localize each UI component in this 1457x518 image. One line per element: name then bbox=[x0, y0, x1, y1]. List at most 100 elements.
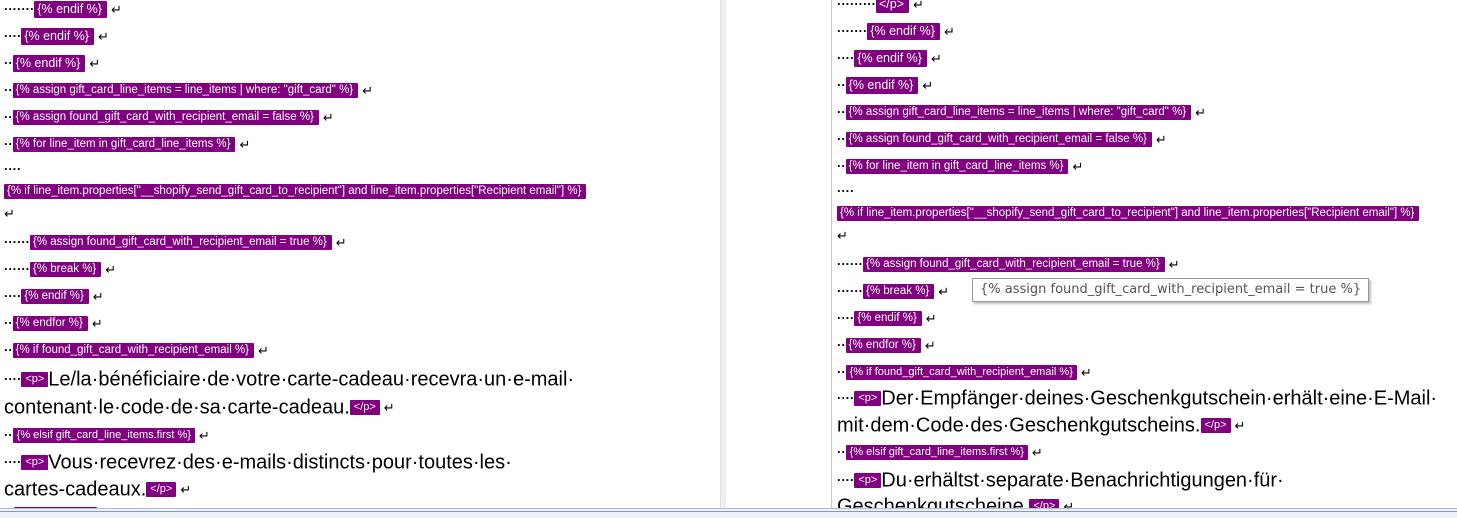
liquid-tag[interactable]: {% endfor %} bbox=[845, 338, 921, 354]
source-segment-pane[interactable]: ······· {% endif %} ↵ ···· {% endif %} ↵ ··{… bbox=[0, 0, 720, 508]
source-line[interactable]: cartes-cadeaux. </p> ↵ bbox=[4, 475, 191, 503]
source-line[interactable]: ·· {% assign gift_card_line_items = line_… bbox=[4, 79, 373, 101]
p-close-tag[interactable]: </p> bbox=[875, 0, 909, 14]
liquid-tag[interactable]: {% assign found_gift_card_with_recipient… bbox=[29, 235, 332, 251]
liquid-tag[interactable]: {% endif %} bbox=[21, 289, 89, 305]
return-icon: ↵ bbox=[1155, 131, 1167, 147]
liquid-tag[interactable]: {% if line_item.properties["__shopify_se… bbox=[837, 206, 1420, 222]
source-line[interactable]: {% if line_item.properties["__shopify_se… bbox=[4, 180, 587, 202]
source-line[interactable]: ·· {% endfor %} ↵ bbox=[4, 312, 103, 334]
p-open-tag[interactable]: <p> bbox=[21, 372, 49, 388]
source-line[interactable]: ···· <p> Vous·recevrez·des·e-mails·distinc… bbox=[4, 448, 512, 476]
source-line[interactable]: ······ {% break %} ↵ bbox=[4, 258, 116, 280]
liquid-tag[interactable]: {% elsif gift_card_line_items.first %} bbox=[845, 445, 1028, 461]
target-line[interactable]: ·· {% assign found_gift_card_with_recipie… bbox=[837, 128, 1167, 150]
target-line[interactable]: {% if line_item.properties["__shopify_se… bbox=[837, 202, 1420, 224]
indent-dots: ······ bbox=[837, 256, 863, 272]
liquid-tag[interactable]: {% if line_item.properties["__shopify_se… bbox=[4, 184, 587, 200]
segment-text: Le/la·bénéficiaire·de·votre·carte-cadeau… bbox=[48, 368, 575, 391]
liquid-tag[interactable]: {% endif %} bbox=[867, 23, 940, 41]
liquid-tag[interactable]: {% break %} bbox=[862, 284, 935, 300]
p-close-tag[interactable]: </p> bbox=[349, 400, 380, 416]
return-icon: ↵ bbox=[913, 0, 924, 12]
liquid-tag[interactable]: {% elsif gift_card_line_items.first %} bbox=[12, 428, 195, 444]
indent-dots: ·· bbox=[837, 131, 846, 147]
liquid-tag[interactable]: {% for line_item in gift_card_line_items… bbox=[845, 159, 1069, 175]
target-line[interactable]: ·· {% endfor %} ↵ bbox=[837, 334, 936, 356]
liquid-tag[interactable]: {% if found_gift_card_with_recipient_ema… bbox=[12, 343, 255, 359]
source-line[interactable]: ·· {% if found_gift_card_with_recipient_e… bbox=[4, 339, 269, 361]
liquid-tag[interactable]: {% for line_item in gift_card_line_items… bbox=[12, 137, 236, 153]
source-line[interactable]: ···· {% endif %} ↵ bbox=[4, 25, 109, 47]
indent-dots: ·· bbox=[837, 337, 846, 353]
indent-dots: ······· bbox=[837, 23, 868, 39]
liquid-tag[interactable]: {% assign found_gift_card_with_recipient… bbox=[12, 110, 319, 126]
target-line[interactable]: ······· {% endif %} ↵ bbox=[837, 20, 955, 42]
liquid-tag[interactable]: {% assign gift_card_line_items = line_it… bbox=[845, 105, 1192, 121]
return-icon: ↵ bbox=[1168, 256, 1180, 272]
p-close-tag[interactable]: </p> bbox=[1200, 418, 1231, 434]
source-line[interactable]: ·· {% assign found_gift_card_with_recipie… bbox=[4, 106, 334, 128]
source-line[interactable]: ······ {% assign found_gift_card_with_rec… bbox=[4, 231, 347, 253]
target-line[interactable]: ······ {% assign found_gift_card_with_rec… bbox=[837, 253, 1180, 275]
liquid-tag[interactable]: {% endif %} bbox=[854, 311, 922, 327]
target-line[interactable]: ·· {% elsif gift_card_line_items.first %}… bbox=[837, 441, 1043, 463]
target-line[interactable]: ···· {% endif %} ↵ bbox=[837, 47, 942, 69]
return-icon: ↵ bbox=[91, 315, 103, 331]
liquid-tag[interactable]: {% break %} bbox=[29, 262, 102, 278]
indent-dots: ···· bbox=[837, 50, 855, 66]
source-line[interactable]: ·· {% for line_item in gift_card_line_ite… bbox=[4, 133, 250, 155]
liquid-tag[interactable]: {% endif %} bbox=[21, 28, 94, 46]
indent-dots: ······ bbox=[4, 234, 30, 250]
segment-text: Du·erhältst·separate·Benachrichtigungen·… bbox=[881, 469, 1284, 492]
indent-dots: ······ bbox=[837, 283, 863, 299]
p-close-tag[interactable]: </p> bbox=[1029, 499, 1060, 508]
target-line[interactable]: ···· bbox=[837, 180, 854, 202]
source-line[interactable]: ···· <p> Le/la·bénéficiaire·de·votre·carte… bbox=[4, 365, 574, 393]
liquid-tag[interactable]: {% endif %} bbox=[34, 1, 107, 19]
target-line[interactable]: ·· {% endif %} ↵ bbox=[837, 74, 933, 96]
return-icon: ↵ bbox=[925, 310, 937, 326]
target-line[interactable]: mit·dem·Code·des·Geschenkgutscheins. </p>… bbox=[837, 411, 1245, 439]
liquid-tag[interactable]: {% assign gift_card_line_items = line_it… bbox=[12, 83, 359, 99]
liquid-tag[interactable]: {% if found_gift_card_with_recipient_ema… bbox=[845, 365, 1077, 381]
p-close-tag[interactable]: </p> bbox=[146, 482, 177, 498]
indent-dots: ···· bbox=[837, 183, 855, 199]
return-icon: ↵ bbox=[943, 23, 955, 39]
liquid-tag[interactable]: {% endif %} bbox=[12, 55, 86, 73]
source-line[interactable]: ↵ bbox=[4, 202, 15, 224]
target-line[interactable]: ·· {% assign gift_card_line_items = line_… bbox=[837, 101, 1206, 123]
return-icon: ↵ bbox=[930, 50, 942, 66]
target-line[interactable]: ······ {% break %} ↵ bbox=[837, 280, 949, 302]
target-line[interactable]: Geschenkgutscheine. </p> ↵ bbox=[837, 492, 1074, 508]
p-open-tag[interactable]: <p> bbox=[854, 473, 882, 489]
target-line[interactable]: ↵ bbox=[837, 224, 848, 246]
p-open-tag[interactable]: <p> bbox=[21, 455, 49, 471]
liquid-tag[interactable]: {% endfor %} bbox=[12, 316, 88, 332]
indent-dots: ·· bbox=[837, 364, 846, 380]
return-icon: ↵ bbox=[180, 481, 192, 497]
target-line[interactable]: ·· {% for line_item in gift_card_line_ite… bbox=[837, 155, 1083, 177]
return-icon: ↵ bbox=[837, 227, 848, 243]
liquid-tag[interactable]: {% endif %} bbox=[854, 50, 927, 68]
liquid-tag[interactable]: {% assign found_gift_card_with_recipient… bbox=[845, 132, 1152, 148]
source-line[interactable]: contenant·le·code·de·sa·carte-cadeau. </p… bbox=[4, 393, 395, 421]
target-line[interactable]: ·· {% if found_gift_card_with_recipient_e… bbox=[837, 361, 1092, 383]
target-line[interactable]: ···· <p> Du·erhältst·separate·Benachrichti… bbox=[837, 466, 1284, 494]
indent-dots: ···· bbox=[4, 161, 22, 177]
liquid-tag[interactable]: {% endif %} bbox=[845, 77, 919, 95]
return-icon: ↵ bbox=[4, 205, 15, 221]
target-line[interactable]: ···· {% endif %} ↵ bbox=[837, 307, 937, 329]
source-line[interactable]: ······· {% endif %} ↵ bbox=[4, 0, 122, 20]
source-line[interactable]: ·· {% endif %} ↵ bbox=[4, 52, 100, 74]
p-open-tag[interactable]: <p> bbox=[854, 391, 882, 407]
source-line[interactable]: ···· {% endif %} ↵ bbox=[4, 285, 104, 307]
target-line[interactable]: ········· </p> ↵ bbox=[837, 0, 924, 15]
liquid-tag[interactable]: {% assign found_gift_card_with_recipient… bbox=[862, 257, 1165, 273]
return-icon: ↵ bbox=[1195, 104, 1207, 120]
source-line[interactable]: ·· {% elsif gift_card_line_items.first %}… bbox=[4, 424, 210, 446]
segment-text: mit·dem·Code·des·Geschenkgutscheins. bbox=[837, 414, 1201, 437]
target-segment-pane[interactable]: ········· </p> ↵ ······· {% endif %} ↵ ····{… bbox=[833, 0, 1457, 508]
target-line[interactable]: ···· <p> Der·Empfänger·deines·Geschenkguts… bbox=[837, 384, 1437, 412]
source-line[interactable]: ···· bbox=[4, 158, 21, 180]
